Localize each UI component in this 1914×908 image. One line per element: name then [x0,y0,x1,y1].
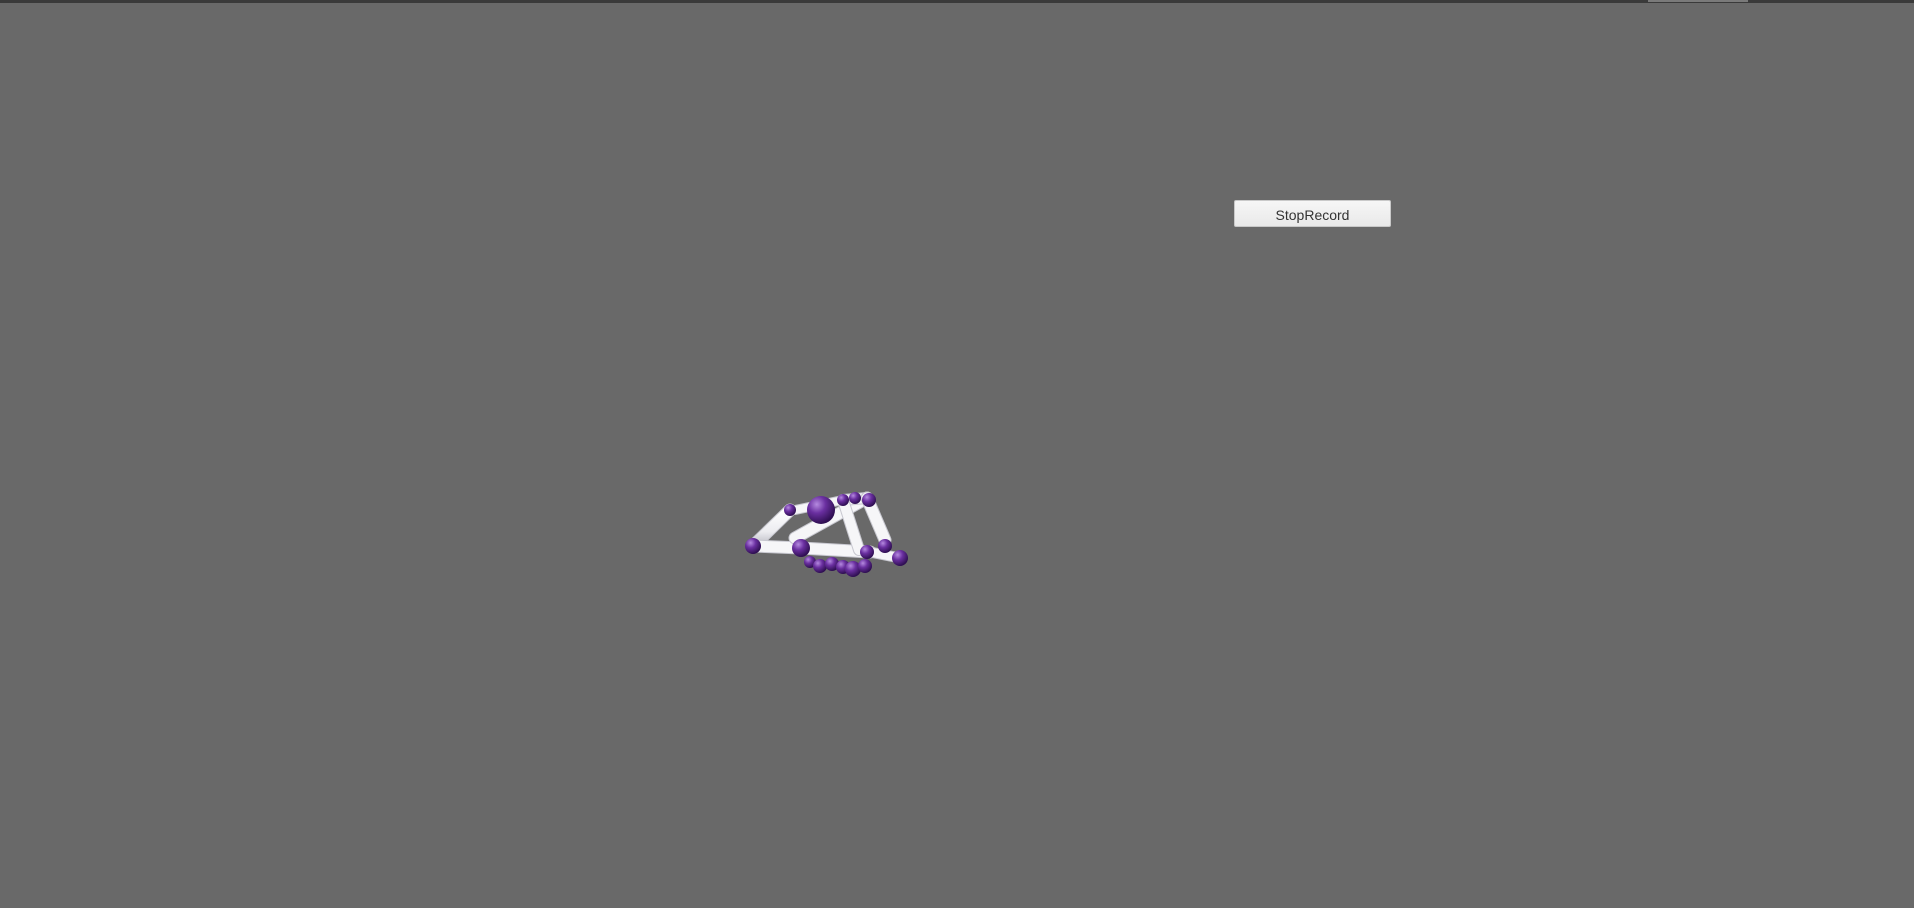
top-edge-tab [1648,0,1748,2]
joint [860,545,874,559]
joint [792,539,810,557]
joint [837,494,849,506]
joint [862,493,876,507]
3d-viewport[interactable]: StopRecord [0,0,1914,908]
window-top-edge [0,0,1914,3]
joint [892,550,908,566]
stop-record-button[interactable]: StopRecord [1234,200,1391,227]
joint [784,504,796,516]
hand-skeleton-model[interactable] [735,470,920,590]
joint [878,539,892,553]
joint [849,492,861,504]
joint [745,538,761,554]
palm-joint [807,496,835,524]
joint [858,559,872,573]
joint [813,559,827,573]
